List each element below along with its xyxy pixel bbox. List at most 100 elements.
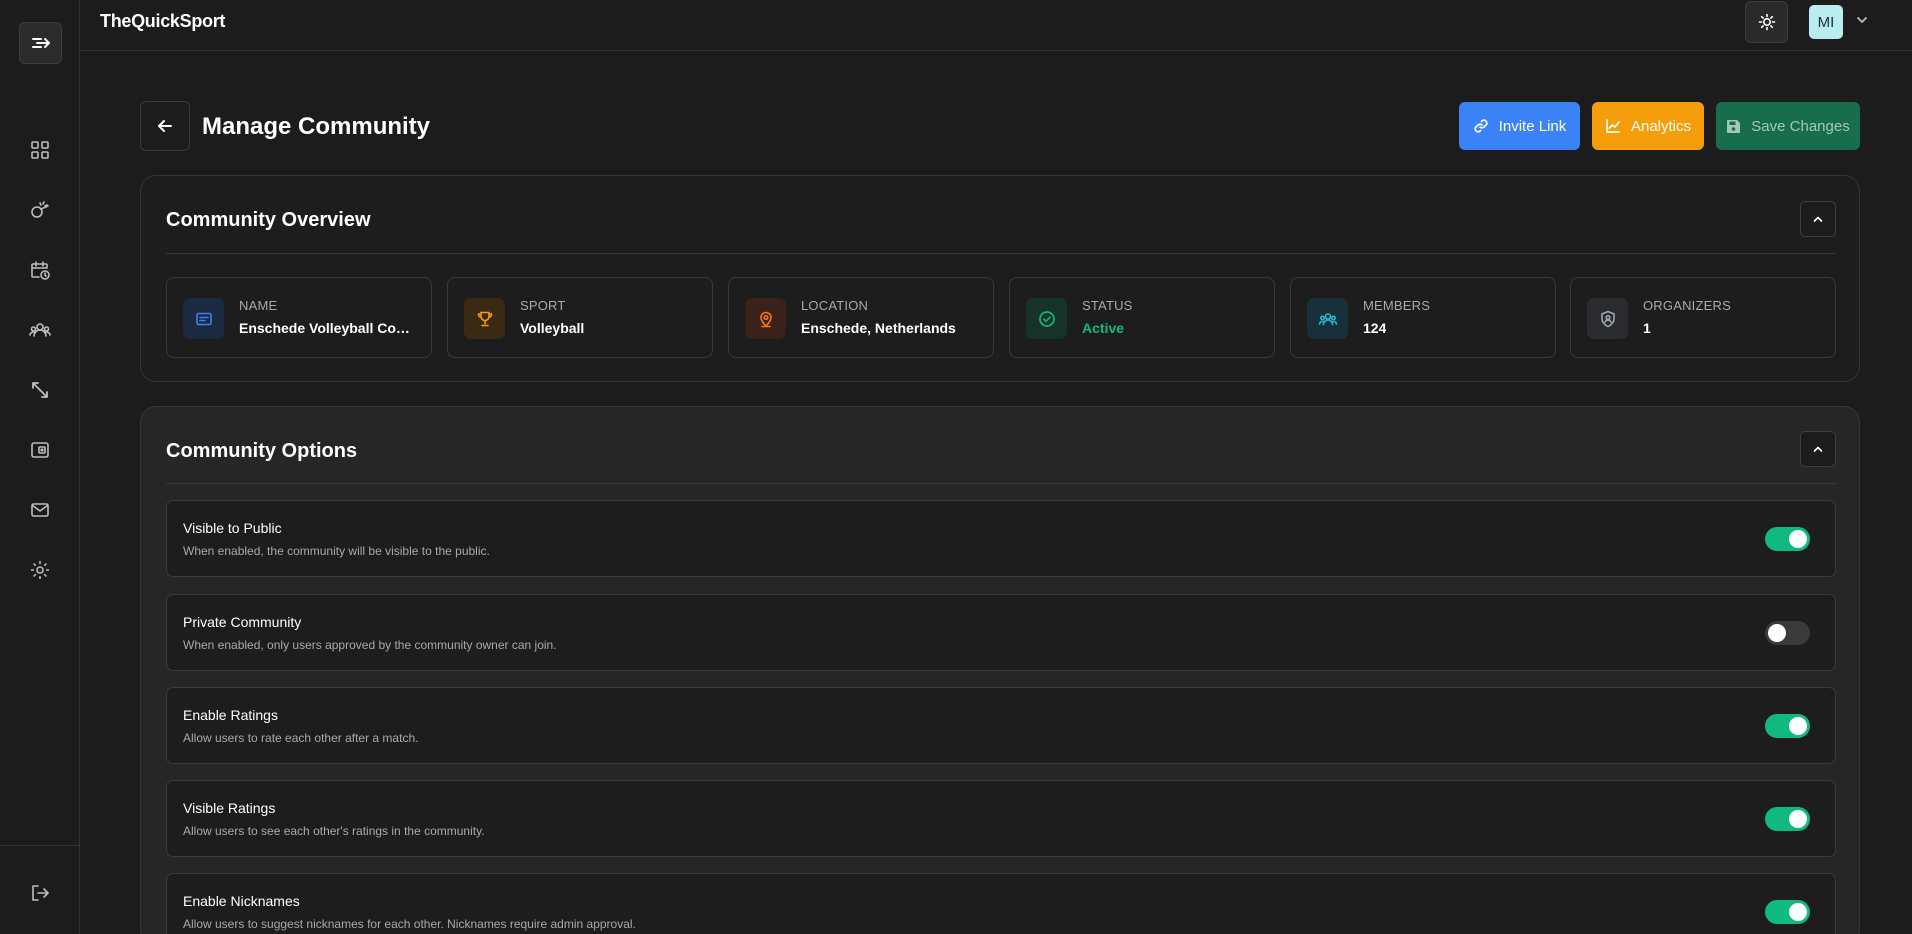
toggle-knob	[1789, 717, 1807, 735]
shield-user-icon	[1587, 298, 1628, 339]
mail-icon	[30, 503, 49, 517]
chart-line-icon	[1606, 119, 1620, 133]
option-description: When enabled, the community will be visi…	[183, 544, 490, 558]
logout-button[interactable]	[18, 871, 62, 915]
sidebar-divider	[0, 845, 79, 846]
sport-whistle-icon	[30, 201, 49, 218]
overview-divider	[166, 253, 1836, 254]
invite-link-label: Invite Link	[1498, 117, 1567, 135]
stat-value: Enschede, Netherlands	[801, 320, 956, 336]
sidebar-item-messages[interactable]	[0, 480, 79, 540]
community-users-icon	[28, 323, 51, 337]
stat-label: LOCATION	[801, 298, 869, 313]
status-badge: Active	[1082, 320, 1125, 336]
option-description: Allow users to see each other's ratings …	[183, 824, 485, 838]
link-icon	[1474, 119, 1488, 133]
stat-value: 1	[1643, 320, 1651, 336]
stat-members: MEMBERS 124	[1290, 277, 1556, 358]
app-logo[interactable]: TheQuickSport	[100, 11, 225, 32]
enable-ratings-toggle[interactable]	[1765, 714, 1810, 738]
stat-value: 124	[1363, 320, 1387, 336]
analytics-label: Analytics	[1630, 117, 1692, 135]
visible-to-public-toggle[interactable]	[1765, 527, 1810, 551]
sidebar-item-dashboard[interactable]	[0, 120, 79, 180]
analytics-button[interactable]: Analytics	[1592, 102, 1704, 150]
options-collapse-button[interactable]	[1800, 431, 1836, 467]
stat-value: Volleyball	[520, 320, 585, 336]
stat-sport: SPORT Volleyball	[447, 277, 713, 358]
sidebar	[0, 0, 80, 934]
option-title: Enable Ratings	[183, 707, 278, 723]
visible-ratings-toggle[interactable]	[1765, 807, 1810, 831]
resize-arrows-icon	[31, 382, 48, 398]
stat-label: MEMBERS	[1363, 298, 1431, 313]
theme-toggle-button[interactable]	[1745, 1, 1788, 43]
sidebar-nav	[0, 120, 79, 600]
option-title: Private Community	[183, 614, 302, 630]
sun-icon	[1758, 13, 1775, 31]
option-title: Visible to Public	[183, 520, 282, 536]
card-text-icon	[183, 298, 224, 339]
stat-organizers: ORGANIZERS 1	[1570, 277, 1836, 358]
chevron-up-icon	[1813, 216, 1823, 222]
option-description: Allow users to suggest nicknames for eac…	[183, 917, 636, 931]
sidebar-item-wallet[interactable]	[0, 420, 79, 480]
chevron-down-icon[interactable]	[1855, 13, 1869, 27]
option-private-community: Private Community When enabled, only use…	[166, 594, 1836, 671]
save-changes-label: Save Changes	[1751, 117, 1850, 135]
stat-label: ORGANIZERS	[1643, 298, 1731, 313]
option-description: When enabled, only users approved by the…	[183, 638, 557, 652]
save-disk-icon	[1727, 119, 1741, 133]
sidebar-item-sports[interactable]	[0, 180, 79, 240]
stat-name: NAME Enschede Volleyball Com...	[166, 277, 432, 358]
sidebar-item-settings[interactable]	[0, 540, 79, 600]
option-enable-ratings: Enable Ratings Allow users to rate each …	[166, 687, 1836, 764]
logout-icon	[32, 885, 49, 901]
save-changes-button[interactable]: Save Changes	[1716, 102, 1860, 150]
option-title: Enable Nicknames	[183, 893, 300, 909]
option-visible-to-public: Visible to Public When enabled, the comm…	[166, 500, 1836, 577]
invite-link-button[interactable]: Invite Link	[1459, 102, 1580, 150]
stat-label: STATUS	[1082, 298, 1133, 313]
dashboard-grid-icon	[30, 141, 49, 159]
arrow-right-bar-icon	[31, 38, 50, 48]
settings-gear-icon	[30, 561, 49, 579]
overview-title: Community Overview	[166, 209, 371, 231]
stat-location: LOCATION Enschede, Netherlands	[728, 277, 994, 358]
page-title: Manage Community	[202, 113, 431, 140]
stat-status: STATUS Active	[1009, 277, 1275, 358]
toggle-knob	[1789, 903, 1807, 921]
options-divider	[166, 483, 1836, 484]
wallet-icon	[30, 442, 49, 458]
back-button[interactable]	[140, 101, 190, 151]
trophy-icon	[464, 298, 505, 339]
overview-stats: NAME Enschede Volleyball Com... SPORT Vo…	[166, 277, 1836, 358]
enable-nicknames-toggle[interactable]	[1765, 900, 1810, 924]
community-options-card: Community Options Visible to Public When…	[140, 406, 1860, 934]
option-description: Allow users to rate each other after a m…	[183, 731, 419, 745]
sidebar-item-training[interactable]	[0, 360, 79, 420]
map-pin-icon	[745, 298, 786, 339]
option-visible-ratings: Visible Ratings Allow users to see each …	[166, 780, 1836, 857]
community-overview-card: Community Overview NAME Enschede Volleyb…	[140, 175, 1860, 382]
user-avatar[interactable]: MI	[1809, 5, 1843, 39]
top-bar: TheQuickSport MI	[80, 0, 1912, 51]
page-header: Manage Community Invite Link Analytics S…	[140, 101, 1860, 151]
option-enable-nicknames: Enable Nicknames Allow users to suggest …	[166, 873, 1836, 934]
toggle-knob	[1768, 624, 1786, 642]
private-community-toggle[interactable]	[1765, 621, 1810, 645]
options-title: Community Options	[166, 440, 358, 462]
sidebar-item-communities[interactable]	[0, 300, 79, 360]
toggle-knob	[1789, 810, 1807, 828]
check-circle-icon	[1026, 298, 1067, 339]
sidebar-toggle-button[interactable]	[19, 22, 62, 64]
overview-collapse-button[interactable]	[1800, 201, 1836, 237]
chevron-up-icon	[1813, 446, 1823, 452]
sidebar-item-events[interactable]	[0, 240, 79, 300]
members-icon	[1307, 298, 1348, 339]
option-title: Visible Ratings	[183, 800, 276, 816]
stat-label: SPORT	[520, 298, 566, 313]
calendar-clock-icon	[30, 261, 50, 280]
toggle-knob	[1789, 530, 1807, 548]
arrow-left-icon	[158, 120, 172, 132]
